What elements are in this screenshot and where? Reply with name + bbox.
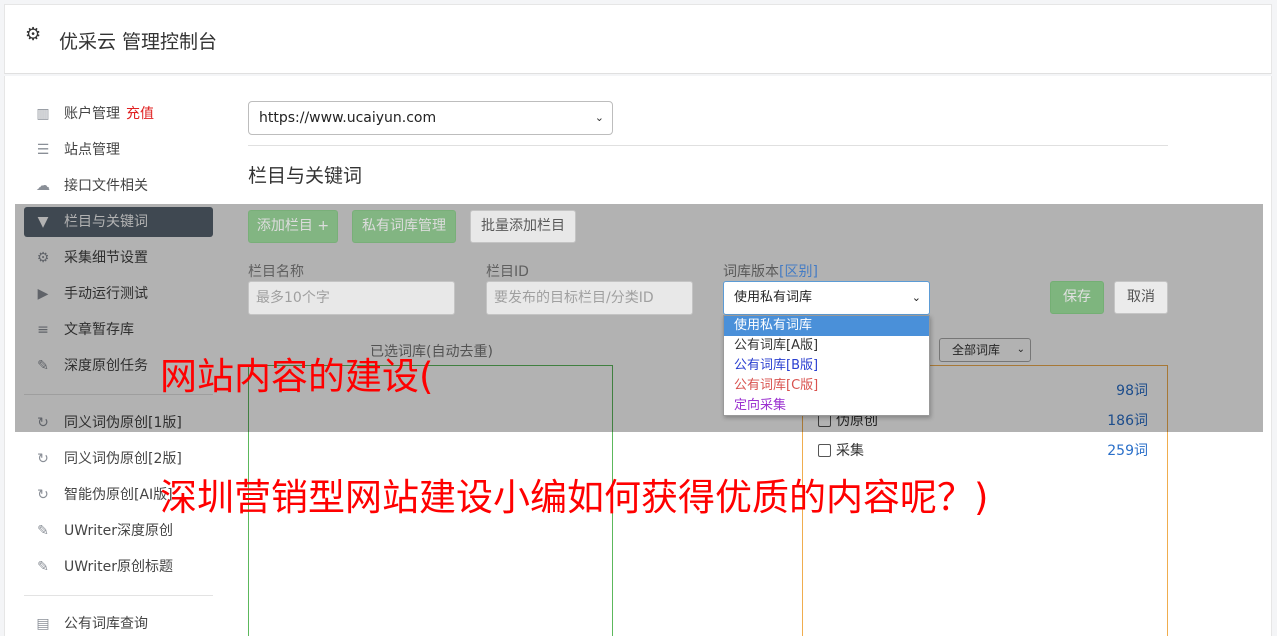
refresh-icon: ↻ bbox=[37, 487, 49, 503]
overlay-caption-line1: 网站内容的建设( bbox=[160, 355, 434, 398]
difference-link[interactable]: [区别] bbox=[779, 264, 818, 280]
lib-version-select[interactable]: 使用私有词库 ⌄ bbox=[723, 281, 930, 315]
sidebar-item-label: UWriter原创标题 bbox=[64, 559, 173, 575]
sidebar-item-uwriter-title[interactable]: ✎ UWriter原创标题 bbox=[24, 552, 213, 582]
site-select-value: https://www.ucaiyun.com bbox=[259, 110, 437, 126]
recharge-link[interactable]: 充值 bbox=[126, 106, 154, 122]
lib-version-dropdown[interactable]: 使用私有词库 公有词库[A版] 公有词库[B版] 公有词库[C版] 定向采集 bbox=[723, 315, 930, 416]
library-row[interactable]: 采集 259词 bbox=[818, 441, 1148, 461]
app-title: 优采云 管理控制台 bbox=[59, 31, 218, 53]
add-column-button[interactable]: 添加栏目 + bbox=[248, 210, 338, 243]
column-id-label: 栏目ID bbox=[486, 264, 529, 280]
bar-chart-icon: ▥ bbox=[36, 106, 50, 122]
sidebar-item-label: 智能伪原创[AI版] bbox=[64, 487, 173, 503]
cloud-upload-icon: ☁ bbox=[36, 178, 50, 194]
column-name-label: 栏目名称 bbox=[248, 264, 304, 280]
section-title: 栏目与关键词 bbox=[248, 165, 363, 187]
private-lib-button[interactable]: 私有词库管理 bbox=[352, 210, 456, 243]
batch-add-button[interactable]: 批量添加栏目 bbox=[470, 210, 576, 243]
sidebar-item-public-lib[interactable]: ▤ 公有词库查询 bbox=[24, 609, 213, 636]
refresh-icon: ↻ bbox=[37, 451, 49, 467]
sidebar-item-account[interactable]: ▥ 账户管理 充值 bbox=[24, 99, 213, 129]
dropdown-option[interactable]: 公有词库[C版] bbox=[724, 376, 929, 396]
sidebar-item-label: 站点管理 bbox=[64, 142, 120, 158]
column-name-input[interactable]: 最多10个字 bbox=[248, 281, 455, 315]
server-icon: ☰ bbox=[36, 142, 50, 158]
library-name: 采集 bbox=[836, 443, 864, 459]
lib-version-label: 词库版本[区别] bbox=[723, 264, 818, 280]
library-count[interactable]: 259词 bbox=[1107, 441, 1148, 461]
overlay-caption-line2: 深圳营销型网站建设小编如何获得优质的内容呢？) bbox=[160, 476, 989, 519]
dropdown-option[interactable]: 定向采集 bbox=[724, 396, 929, 416]
sidebar-item-label: 公有词库查询 bbox=[64, 616, 148, 632]
top-header: ⚙ 优采云 管理控制台 bbox=[4, 4, 1272, 74]
cancel-button[interactable]: 取消 bbox=[1114, 281, 1168, 314]
divider bbox=[248, 145, 1168, 146]
chevron-down-icon: ⌄ bbox=[911, 291, 921, 304]
sidebar-item-sites[interactable]: ☰ 站点管理 bbox=[24, 135, 213, 165]
edit-icon: ✎ bbox=[37, 523, 49, 539]
lib-version-value: 使用私有词库 bbox=[734, 290, 813, 305]
save-button[interactable]: 保存 bbox=[1050, 281, 1104, 314]
sidebar-item-label: UWriter深度原创 bbox=[64, 523, 173, 539]
edit-icon: ✎ bbox=[37, 559, 49, 575]
gear-icon: ⚙ bbox=[25, 24, 42, 45]
site-select[interactable]: https://www.ucaiyun.com ⌄ bbox=[248, 101, 613, 135]
sidebar-item-interface[interactable]: ☁ 接口文件相关 bbox=[24, 171, 213, 201]
dropdown-option[interactable]: 公有词库[B版] bbox=[724, 356, 929, 376]
sidebar-item-label: 接口文件相关 bbox=[64, 178, 148, 194]
book-icon: ▤ bbox=[36, 616, 50, 632]
dropdown-option[interactable]: 公有词库[A版] bbox=[724, 336, 929, 356]
dropdown-option[interactable]: 使用私有词库 bbox=[724, 316, 929, 336]
library-checkbox[interactable] bbox=[818, 444, 831, 457]
sidebar-divider bbox=[24, 595, 213, 596]
chevron-down-icon: ⌄ bbox=[594, 111, 604, 124]
sidebar-item-label: 账户管理 bbox=[64, 106, 120, 122]
column-id-input[interactable]: 要发布的目标栏目/分类ID bbox=[486, 281, 693, 315]
